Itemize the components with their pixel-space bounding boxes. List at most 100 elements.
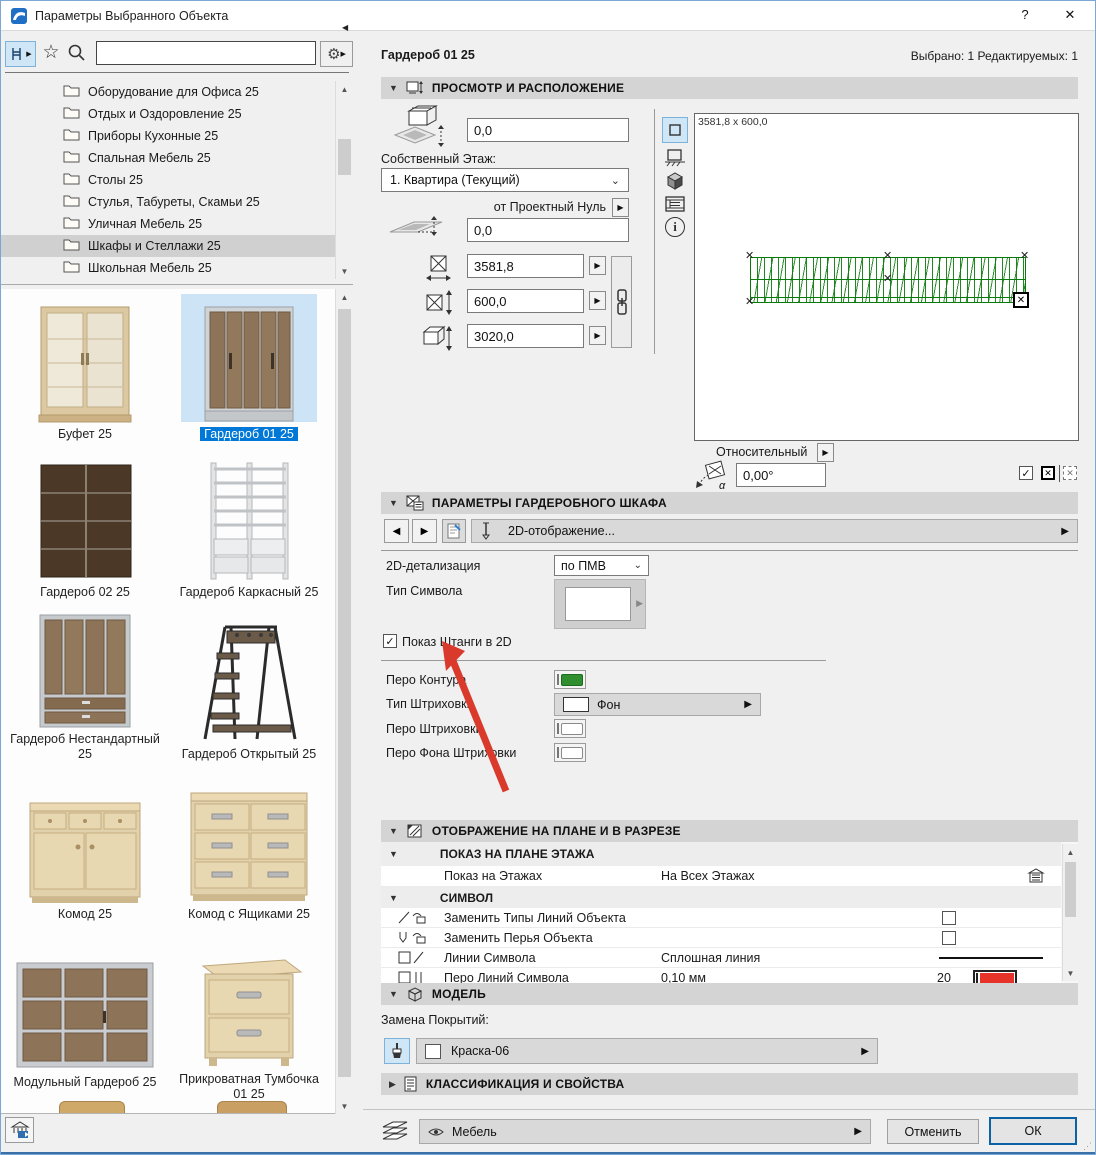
group-row-symbol[interactable]: ▼ СИМВОЛ (381, 887, 1061, 908)
override-pens-checkbox[interactable] (942, 930, 956, 945)
tree-item[interactable]: Уличная Мебель 25 (1, 213, 335, 235)
resize-grip[interactable]: ⋰ (1083, 1141, 1093, 1152)
table-row-show-on-stories[interactable]: Показ на Этажах На Всех Этажах (381, 866, 1061, 887)
parameter-notes-button[interactable] (442, 519, 466, 543)
info-icon[interactable]: i (665, 217, 685, 237)
hotspot[interactable]: ✕ (745, 251, 754, 262)
depth-menu-button[interactable]: ▶ (589, 291, 606, 310)
scrollbar-thumb[interactable] (338, 139, 351, 175)
contour-pen-button[interactable] (554, 670, 586, 689)
library-item[interactable]: Комод с Ящиками 25 (173, 775, 325, 923)
parameter-page-selector[interactable]: 2D-отображение... ▶ (471, 519, 1078, 543)
preview-2d-symbol-button[interactable] (662, 117, 688, 143)
hotspot-filter-unselected-button[interactable]: ✕ (1063, 466, 1077, 480)
tree-item[interactable]: Отдых и Оздоровление 25 (1, 103, 335, 125)
tree-item[interactable]: Столы 25 (1, 169, 335, 191)
group-row-floorplan[interactable]: ▼ ПОКАЗ НА ПЛАНЕ ЭТАЖА (381, 842, 1061, 866)
tree-scrollbar[interactable]: ▲ ▼ (335, 81, 353, 279)
symbol-pen-color-button[interactable] (973, 969, 1017, 983)
fill-type-select[interactable]: Фон ▶ (554, 693, 761, 716)
length-menu-button[interactable]: ▶ (589, 256, 606, 275)
show-hotspots-checkbox[interactable]: ✓ (1019, 466, 1033, 480)
hotspot[interactable]: ✕ (1020, 251, 1029, 262)
search-icon[interactable] (67, 43, 89, 65)
thumbnail-scrollbar[interactable]: ▲ ▼ (335, 289, 353, 1114)
preview-3d-button[interactable] (665, 171, 685, 196)
scroll-up-icon[interactable]: ▲ (336, 81, 353, 97)
table-row-symbol-lines[interactable]: Линии Символа Сплошная линия (381, 948, 1061, 968)
length-input[interactable] (467, 254, 584, 278)
tree-item[interactable]: Приборы Кухонные 25 (1, 125, 335, 147)
scroll-down-icon[interactable]: ▼ (336, 1098, 353, 1114)
material-select[interactable]: Краска-06 ▶ (416, 1038, 878, 1064)
rotation-angle-input[interactable] (736, 463, 826, 487)
tree-item[interactable]: Спальная Мебель 25 (1, 147, 335, 169)
section-floorplan-display[interactable]: ▼ ОТОБРАЖЕНИЕ НА ПЛАНЕ И В РАЗРЕЗЕ (381, 820, 1078, 842)
preview-pictures-button[interactable] (664, 194, 686, 219)
library-item[interactable]: Комод 25 (9, 775, 161, 923)
table-row-symbol-pen[interactable]: Перо Линий Символа 0,10 мм 20 (381, 968, 1061, 983)
library-item-partial[interactable] (59, 1101, 125, 1113)
table-row-override-pens[interactable]: Заменить Перья Объекта (381, 928, 1061, 948)
hotspot[interactable]: ✕ (883, 251, 892, 262)
previous-page-button[interactable]: ◀ (384, 519, 409, 543)
library-item[interactable]: Гардероб Открытый 25 (173, 611, 325, 763)
hotspot-filter-selected-button[interactable]: ✕ (1041, 466, 1055, 480)
bottom-elevation-input[interactable] (467, 218, 629, 242)
selected-hotspot[interactable]: ✕ (1013, 292, 1029, 308)
cancel-button[interactable]: Отменить (887, 1119, 979, 1144)
hotspot[interactable]: ✕ (745, 297, 754, 308)
library-item[interactable]: Гардероб Нестандартный 25 (9, 611, 161, 763)
library-item[interactable]: Буфет 25 (9, 293, 161, 443)
table-row-override-line-types[interactable]: Заменить Типы Линий Объекта (381, 908, 1061, 928)
scroll-down-icon[interactable]: ▼ (1063, 965, 1078, 981)
hotspot[interactable]: ✕ (883, 274, 892, 285)
tree-item-selected[interactable]: Шкафы и Стеллажи 25 (1, 235, 335, 257)
library-item[interactable]: Гардероб 02 25 (9, 449, 161, 601)
section-preview-positioning[interactable]: ▼ ПРОСМОТР И РАСПОЛОЖЕНИЕ (381, 77, 1078, 99)
library-item[interactable]: Прикроватная Тумбочка 01 25 (173, 931, 325, 1103)
object-type-button[interactable]: ▶ (5, 41, 36, 67)
panel-collapse-arrow[interactable]: ◀ (342, 23, 348, 32)
tree-item[interactable]: Стулья, Табуреты, Скамьи 25 (1, 191, 335, 213)
height-input[interactable] (467, 324, 584, 348)
layer-select[interactable]: Мебель ▶ (419, 1119, 871, 1144)
ok-button[interactable]: ОК (989, 1117, 1077, 1145)
library-item-selected[interactable]: Гардероб 01 25 (173, 293, 325, 443)
tree-item[interactable]: Школьная Мебель 25 (1, 257, 335, 279)
scrollbar-thumb[interactable] (1065, 862, 1076, 917)
search-input[interactable] (96, 41, 316, 65)
close-button[interactable]: ✕ (1057, 7, 1083, 27)
symbol-type-preview[interactable]: ▶ (554, 579, 646, 629)
table-scrollbar[interactable]: ▲ ▼ (1062, 844, 1078, 981)
help-button[interactable]: ? (1013, 7, 1037, 27)
detail-level-select[interactable]: по ПМВ ⌄ (554, 555, 649, 576)
chain-link-button[interactable] (611, 256, 632, 348)
tree-item[interactable]: Оборудование для Офиса 25 (1, 81, 335, 103)
scroll-up-icon[interactable]: ▲ (336, 289, 353, 305)
scrollbar-thumb[interactable] (338, 309, 351, 1077)
favorites-star-icon[interactable]: ☆ (39, 41, 63, 65)
reference-level-menu-button[interactable]: ▶ (612, 198, 629, 217)
scroll-up-icon[interactable]: ▲ (1063, 844, 1078, 860)
section-model[interactable]: ▼ МОДЕЛЬ (381, 983, 1078, 1005)
show-bar-2d-checkbox[interactable]: ✓ (383, 634, 397, 648)
settings-gear-button[interactable]: ⚙ ▶ (320, 41, 353, 67)
preview-canvas[interactable]: 3581,8 x 600,0 ✕ ✕ ✕ ✕ ✕ ✕ (694, 113, 1079, 441)
fill-pen-button[interactable] (554, 719, 586, 738)
library-item-partial[interactable] (217, 1101, 287, 1113)
home-story-select[interactable]: 1. Квартира (Текущий) ⌄ (381, 168, 629, 192)
fill-background-pen-button[interactable] (554, 743, 586, 762)
override-line-types-checkbox[interactable] (942, 910, 956, 925)
section-classification[interactable]: ▶ КЛАССИФИКАЦИЯ И СВОЙСТВА (381, 1073, 1078, 1095)
library-item[interactable]: Модульный Гардероб 25 (9, 931, 161, 1091)
material-brush-button[interactable] (384, 1038, 410, 1064)
relative-angle-menu-button[interactable]: ▶ (817, 443, 834, 462)
scroll-down-icon[interactable]: ▼ (336, 263, 353, 279)
section-wardrobe-parameters[interactable]: ▼ ПАРАМЕТРЫ ГАРДЕРОБНОГО ШКАФА (381, 492, 1078, 514)
load-library-object-button[interactable] (5, 1117, 34, 1143)
next-page-button[interactable]: ▶ (412, 519, 437, 543)
depth-input[interactable] (467, 289, 584, 313)
library-item[interactable]: Гардероб Каркасный 25 (173, 449, 325, 601)
preview-elevation-button[interactable] (664, 148, 686, 173)
